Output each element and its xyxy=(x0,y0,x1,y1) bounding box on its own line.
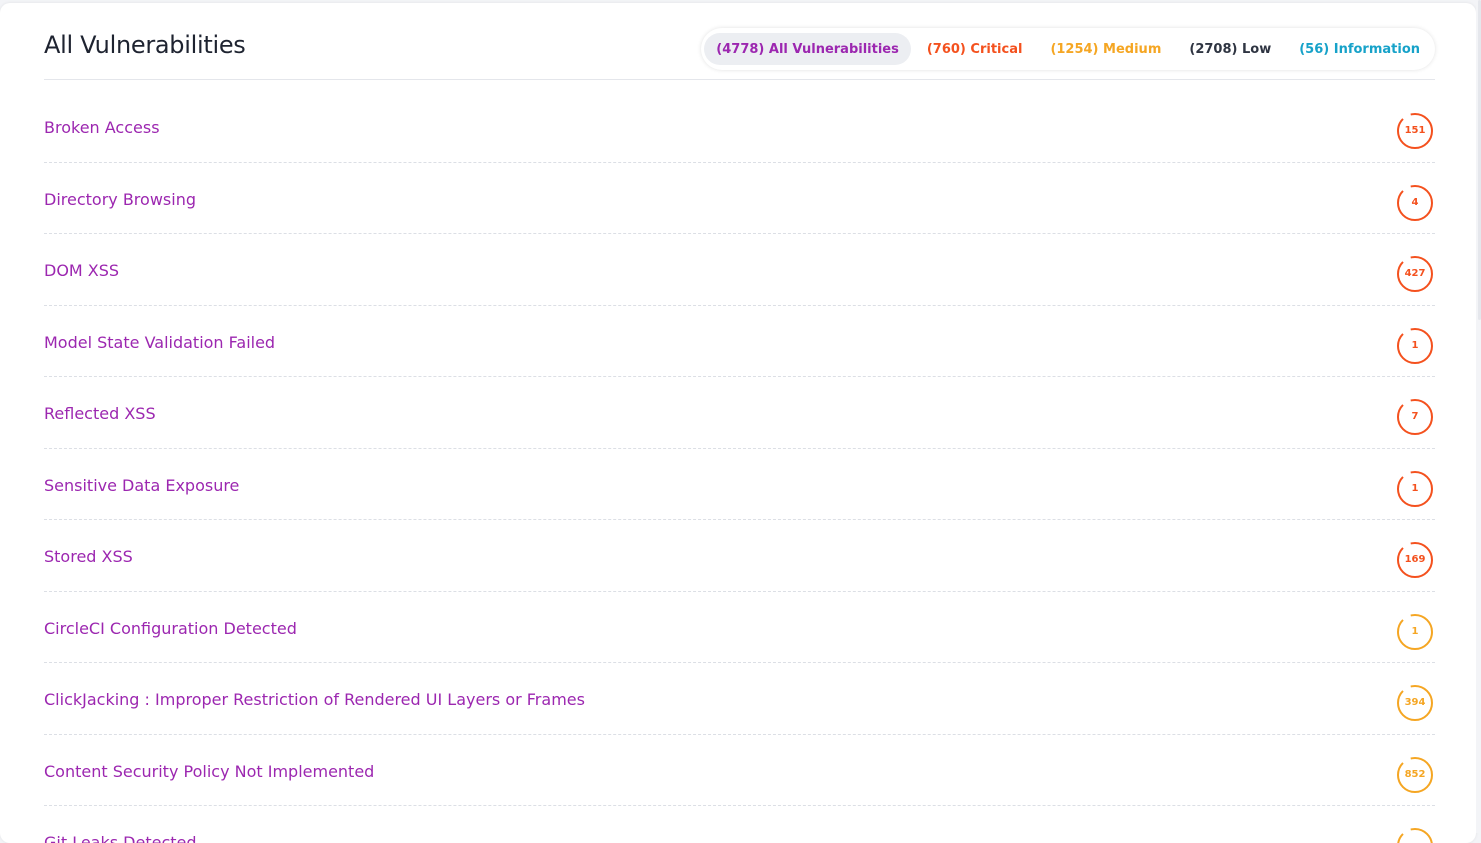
vulnerability-name-link[interactable]: Directory Browsing xyxy=(44,190,196,209)
filter-tab-critical[interactable]: (760) Critical xyxy=(915,33,1035,65)
count-value: 1 xyxy=(1411,339,1419,351)
page-title: All Vulnerabilities xyxy=(44,31,246,59)
count-value: 852 xyxy=(1404,768,1426,780)
filter-count: (760) xyxy=(926,41,966,57)
vulnerability-name-link[interactable]: DOM XSS xyxy=(44,261,119,280)
count-badge[interactable]: 4 xyxy=(1396,184,1434,222)
filter-tab-information[interactable]: (56) Information xyxy=(1287,33,1432,65)
filter-label: Low xyxy=(1241,41,1272,57)
filter-tab-low[interactable]: (2708) Low xyxy=(1177,33,1283,65)
count-badge[interactable]: 427 xyxy=(1396,255,1434,293)
count-badge[interactable]: 1 xyxy=(1396,470,1434,508)
vulnerability-name-link[interactable]: CircleCI Configuration Detected xyxy=(44,619,297,638)
count-value: 151 xyxy=(1404,125,1426,136)
filter-label: Information xyxy=(1333,41,1420,57)
vulnerability-name-link[interactable]: Broken Access xyxy=(44,118,160,137)
vulnerabilities-panel: All Vulnerabilities (4778) All Vulnerabi… xyxy=(0,3,1476,843)
panel-header: All Vulnerabilities (4778) All Vulnerabi… xyxy=(44,3,1435,80)
vulnerability-row: Broken Access 151 xyxy=(44,91,1435,163)
count-badge[interactable]: 169 xyxy=(1396,541,1434,579)
count-value: 394 xyxy=(1404,697,1426,708)
vulnerability-row: CircleCI Configuration Detected 1 xyxy=(44,592,1435,663)
count-badge[interactable]: 394 xyxy=(1396,684,1434,722)
vulnerability-row: Stored XSS 169 xyxy=(44,520,1435,592)
count-badge[interactable]: 852 xyxy=(1396,756,1434,794)
vulnerability-row: Sensitive Data Exposure 1 xyxy=(44,449,1435,520)
count-value: 4 xyxy=(1411,196,1419,208)
vulnerability-name-link[interactable]: Content Security Policy Not Implemented xyxy=(44,762,374,781)
vulnerability-row: Content Security Policy Not Implemented 8… xyxy=(44,735,1435,806)
count-badge[interactable] xyxy=(1396,827,1434,843)
vulnerability-name-link[interactable]: Sensitive Data Exposure xyxy=(44,476,239,495)
severity-filter-tabs: (4778) All Vulnerabilities (760) Critical… xyxy=(701,28,1435,70)
count-badge[interactable]: 151 xyxy=(1396,112,1434,150)
filter-label: Medium xyxy=(1103,41,1162,57)
count-badge[interactable]: 1 xyxy=(1396,327,1434,365)
vulnerability-name-link[interactable]: Reflected XSS xyxy=(44,404,156,423)
vulnerability-row: Model State Validation Failed 1 xyxy=(44,306,1435,377)
vulnerability-row: Reflected XSS 7 xyxy=(44,377,1435,449)
filter-count: (2708) xyxy=(1189,41,1238,57)
count-badge[interactable]: 1 xyxy=(1396,613,1434,651)
vulnerability-name-link[interactable]: Model State Validation Failed xyxy=(44,333,275,352)
filter-count: (56) xyxy=(1299,41,1330,57)
vulnerability-name-link[interactable]: Git Leaks Detected xyxy=(44,833,197,843)
filter-count: (4778) xyxy=(716,41,765,57)
count-value: 427 xyxy=(1404,268,1426,279)
filter-tab-all-vulnerabilities[interactable]: (4778) All Vulnerabilities xyxy=(704,33,911,65)
count-badge[interactable]: 7 xyxy=(1396,398,1434,436)
filter-tab-medium[interactable]: (1254) Medium xyxy=(1038,33,1173,65)
vulnerability-row: Git Leaks Detected xyxy=(44,806,1435,843)
count-value xyxy=(1396,827,1434,843)
count-value: 1 xyxy=(1411,482,1419,494)
count-value: 1 xyxy=(1411,625,1419,637)
vulnerability-list: Broken Access 151 Directory Browsing 4 DOM X… xyxy=(44,91,1435,843)
vulnerability-row: Directory Browsing 4 xyxy=(44,163,1435,234)
filter-label: Critical xyxy=(970,41,1023,57)
count-value: 7 xyxy=(1411,411,1419,422)
count-value: 169 xyxy=(1404,554,1426,565)
filter-label: All Vulnerabilities xyxy=(768,41,899,57)
vulnerability-row: ClickJacking : Improper Restriction of R… xyxy=(44,663,1435,735)
vulnerability-row: DOM XSS 427 xyxy=(44,234,1435,306)
filter-count: (1254) xyxy=(1050,41,1099,57)
vulnerability-name-link[interactable]: ClickJacking : Improper Restriction of R… xyxy=(44,690,585,709)
scrollbar[interactable] xyxy=(1476,0,1481,833)
vulnerability-name-link[interactable]: Stored XSS xyxy=(44,547,133,566)
